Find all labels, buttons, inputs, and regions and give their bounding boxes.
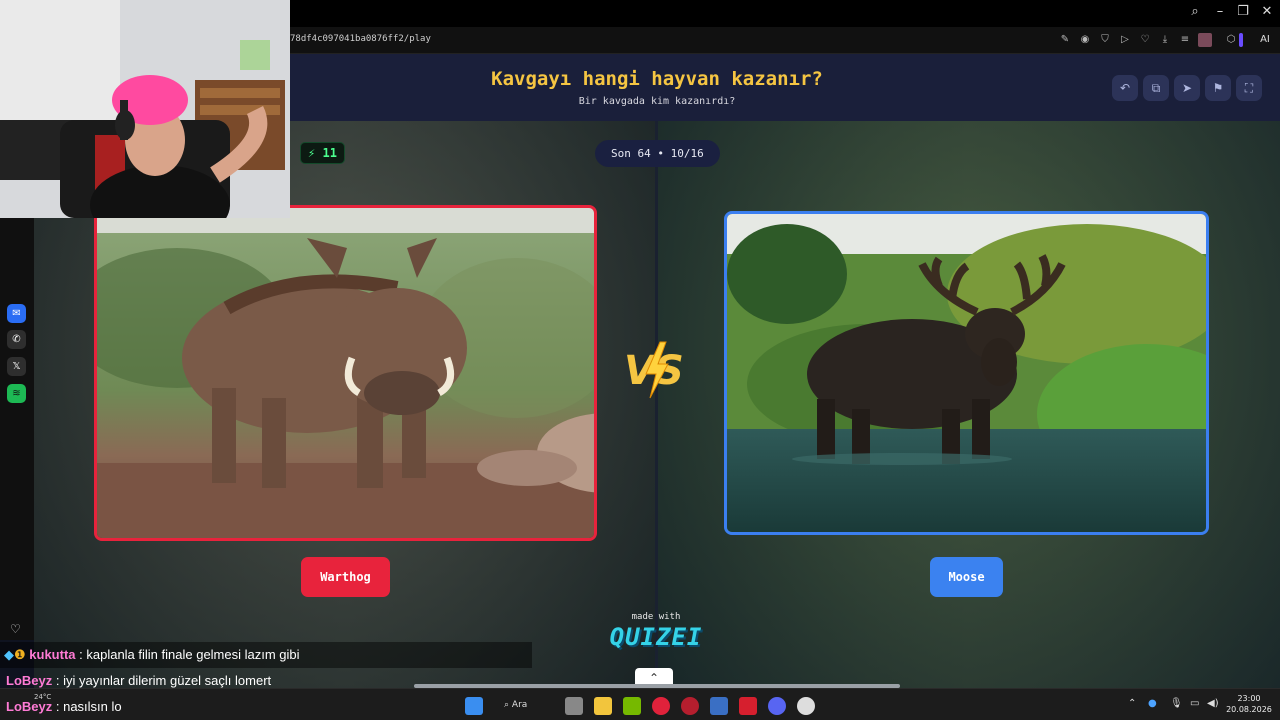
ai-button[interactable]: AI: [1254, 33, 1276, 47]
streak-icon: ⚡: [308, 146, 316, 160]
nvidia-icon[interactable]: [623, 697, 641, 715]
minimize-button[interactable]: –: [1210, 4, 1230, 19]
url-text[interactable]: 78df4c097041ba0876ff2/play: [290, 34, 431, 44]
office-icon[interactable]: [739, 697, 757, 715]
tray-chevron-icon[interactable]: ⌃: [1128, 698, 1136, 709]
clock-date: 20.08.2026: [1226, 705, 1272, 714]
whatsapp-icon[interactable]: ✆: [7, 330, 26, 349]
shield-icon[interactable]: ⛉: [1098, 33, 1112, 47]
clock[interactable]: 23:00 20.08.2026: [1224, 693, 1274, 715]
moose-card[interactable]: [724, 211, 1209, 535]
opera-icon[interactable]: [652, 697, 670, 715]
center-divider: [655, 121, 658, 688]
x-icon[interactable]: 𝕏: [7, 357, 26, 376]
microphone-icon[interactable]: 🎙︎: [1170, 698, 1183, 709]
round-indicator: Son 64 • 10/16: [595, 140, 720, 167]
streak-badge: ⚡ 11: [300, 142, 345, 164]
maximize-button[interactable]: ❐: [1233, 4, 1253, 19]
undo-button[interactable]: ↶: [1112, 75, 1138, 101]
warthog-card[interactable]: [94, 205, 597, 541]
download-icon[interactable]: ⤓: [1158, 33, 1172, 47]
app-icon[interactable]: [681, 697, 699, 715]
avatar[interactable]: [1198, 33, 1212, 47]
clock-time: 23:00: [1237, 694, 1261, 703]
streamer-webcam: [0, 0, 290, 218]
task-view-icon[interactable]: [565, 697, 583, 715]
versus-icon: VS: [624, 341, 684, 399]
made-with-label: made with: [631, 612, 681, 622]
warthog-image: [97, 208, 594, 538]
taskbar-search[interactable]: ⌕ Ara: [504, 695, 548, 715]
streak-count: 11: [322, 146, 337, 160]
taskbar: 24°C ⌕ Ara ⌃ ● 🎙︎ ▭ ◀︎) 23:00 20.08.2026: [0, 688, 1280, 720]
brand-logo[interactable]: QUIZEI: [594, 623, 718, 651]
shield-app-icon[interactable]: [710, 697, 728, 715]
volume-icon[interactable]: ◀︎): [1207, 698, 1219, 709]
extension-icon[interactable]: ⬡: [1224, 33, 1238, 47]
ai-label: AI: [1260, 34, 1270, 45]
chat-message: ◆❶ kukutta : kaplanla filin finale gelme…: [4, 642, 300, 668]
chat-message: LoBeyz : nasılsın lo: [6, 694, 122, 720]
chat-username[interactable]: LoBeyz: [6, 673, 52, 688]
webcam-overlay: [0, 0, 290, 218]
heart-icon[interactable]: ♡: [1138, 33, 1152, 47]
chat-username[interactable]: kukutta: [29, 647, 75, 662]
pick-warthog-button[interactable]: Warthog: [301, 557, 390, 597]
report-flag-button[interactable]: ⚑: [1205, 75, 1231, 101]
chat-text: : nasılsın lo: [55, 699, 122, 714]
network-icon[interactable]: ▭: [1190, 698, 1199, 709]
copy-button[interactable]: ⧉: [1143, 75, 1169, 101]
play-icon[interactable]: ▷: [1118, 33, 1132, 47]
sub-badge-icon: ❶: [14, 647, 26, 662]
fullscreen-button[interactable]: ⛶: [1236, 75, 1262, 101]
search-label: Ara: [511, 700, 528, 710]
spotify-icon[interactable]: ≋: [7, 384, 26, 403]
badge-icon: ◆: [4, 647, 14, 662]
camera-icon[interactable]: ◉: [1078, 33, 1092, 47]
chat-username[interactable]: LoBeyz: [6, 699, 52, 714]
like-heart-icon[interactable]: ♡: [10, 622, 21, 636]
messenger-icon[interactable]: ✉: [7, 304, 26, 323]
moose-image: [727, 214, 1206, 532]
sidebar-indicator: [1239, 33, 1243, 47]
obs-icon[interactable]: [797, 697, 815, 715]
start-icon[interactable]: [465, 697, 483, 715]
discord-icon[interactable]: [768, 697, 786, 715]
close-button[interactable]: ✕: [1257, 4, 1277, 19]
tray-app-icon[interactable]: ●: [1148, 698, 1157, 709]
chat-text: : iyi yayınlar dilerim güzel saçlı lomer…: [55, 673, 272, 688]
search-icon[interactable]: ⌕: [1185, 4, 1205, 19]
share-button[interactable]: ➤: [1174, 75, 1200, 101]
edit-icon[interactable]: ✎: [1058, 33, 1072, 47]
menu-icon[interactable]: ≡: [1178, 33, 1192, 47]
browser-sidebar: ✉ ✆ 𝕏 ≋: [0, 218, 34, 640]
pick-moose-button[interactable]: Moose: [930, 557, 1003, 597]
file-explorer-icon[interactable]: [594, 697, 612, 715]
chat-text: : kaplanla filin finale gelmesi lazım gi…: [79, 647, 300, 662]
